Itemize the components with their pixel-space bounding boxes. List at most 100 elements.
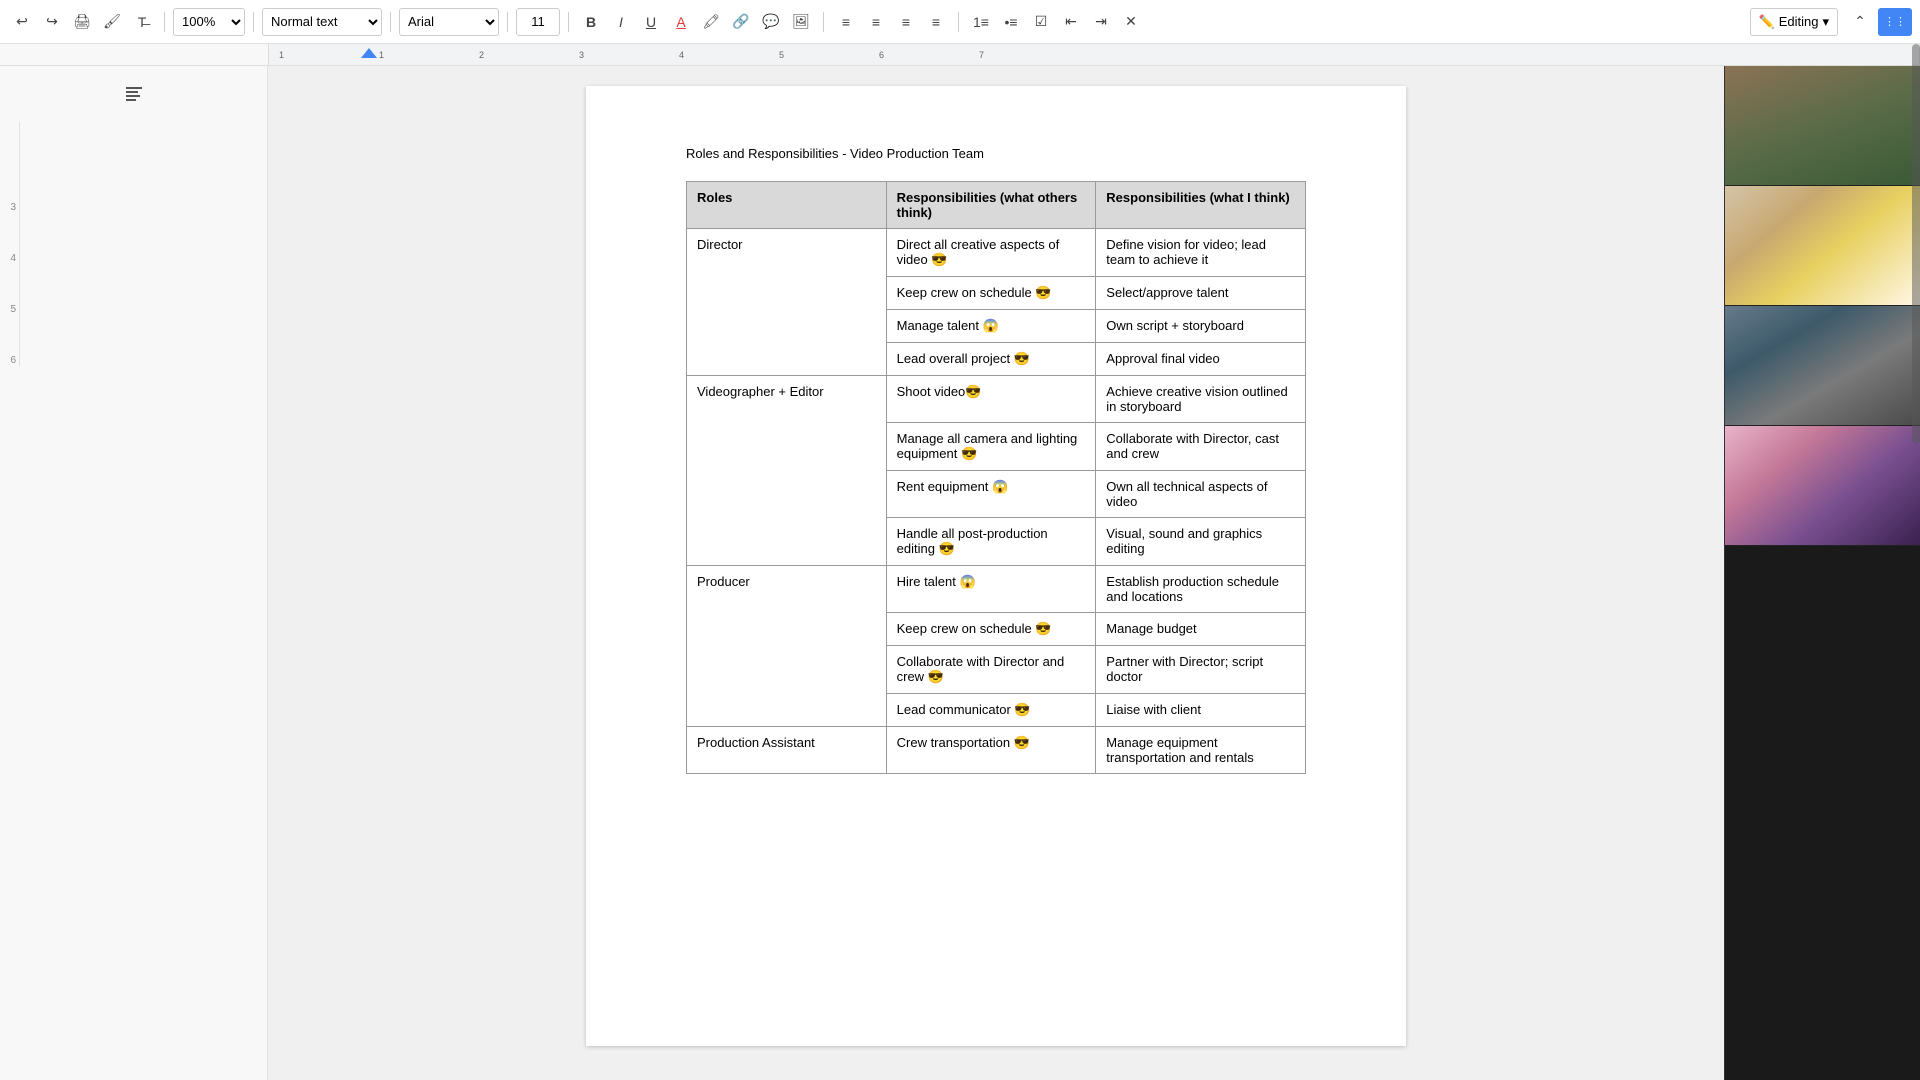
others-cell-1-2[interactable]: Rent equipment 😱 (886, 471, 1096, 518)
zoom-select[interactable]: 100% (173, 8, 245, 36)
mine-cell-2-1[interactable]: Manage budget (1096, 613, 1306, 646)
align-group: ≡ ≡ ≡ ≡ (832, 8, 950, 36)
ruler-area: 1 1 2 3 4 5 6 7 (268, 44, 1920, 65)
font-select[interactable]: Arial (399, 8, 499, 36)
svg-text:5: 5 (779, 50, 784, 60)
outline-toggle-button[interactable] (114, 74, 154, 114)
mine-cell-2-3[interactable]: Liaise with client (1096, 694, 1306, 727)
document-page: Roles and Responsibilities - Video Produ… (586, 86, 1406, 1046)
role-cell-0[interactable]: Director (687, 229, 887, 376)
video-participant-3[interactable] (1725, 306, 1920, 426)
undo-button[interactable]: ↩ (8, 8, 36, 36)
divider-4 (507, 12, 508, 32)
col-header-others: Responsibilities (what others think) (886, 182, 1096, 229)
video-participant-1[interactable] (1725, 66, 1920, 186)
others-cell-0-3[interactable]: Lead overall project 😎 (886, 343, 1096, 376)
svg-text:1: 1 (279, 50, 284, 60)
others-cell-2-2[interactable]: Collaborate with Director and crew 😎 (886, 646, 1096, 694)
others-cell-1-0[interactable]: Shoot video😎 (886, 376, 1096, 423)
mine-cell-2-0[interactable]: Establish production schedule and locati… (1096, 566, 1306, 613)
link-button[interactable]: 🔗 (727, 8, 755, 36)
others-cell-2-3[interactable]: Lead communicator 😎 (886, 694, 1096, 727)
video-participant-2[interactable] (1725, 186, 1920, 306)
mine-cell-0-1[interactable]: Select/approve talent (1096, 277, 1306, 310)
roles-table: Roles Responsibilities (what others thin… (686, 181, 1306, 774)
divider-6 (823, 12, 824, 32)
video-participant-4[interactable] (1725, 426, 1920, 546)
editing-mode-button[interactable]: ✏️ Editing ▾ (1750, 8, 1838, 36)
clear-format-button[interactable]: T̶ (128, 8, 156, 36)
divider-1 (164, 12, 165, 32)
text-style-select[interactable]: Normal text (262, 8, 382, 36)
main-layout: 3 4 5 6 Roles and Responsibilities - Vid… (0, 66, 1920, 1080)
redo-button[interactable]: ↪ (38, 8, 66, 36)
divider-5 (568, 12, 569, 32)
highlight-button[interactable]: 🖍 (697, 8, 725, 36)
document-area[interactable]: Roles and Responsibilities - Video Produ… (268, 66, 1724, 1080)
table-row: DirectorDirect all creative aspects of v… (687, 229, 1306, 277)
comment-button[interactable]: 💬 (757, 8, 785, 36)
chevron-down-icon: ▾ (1822, 14, 1829, 30)
table-row: ProducerHire talent 😱Establish productio… (687, 566, 1306, 613)
expand-button[interactable]: ⌃ (1846, 8, 1874, 36)
checklist-button[interactable]: ☑ (1027, 8, 1055, 36)
indent-decrease-button[interactable]: ⇤ (1057, 8, 1085, 36)
bulleted-list-button[interactable]: •≡ (997, 8, 1025, 36)
others-cell-2-1[interactable]: Keep crew on schedule 😎 (886, 613, 1096, 646)
others-cell-0-0[interactable]: Direct all creative aspects of video 😎 (886, 229, 1096, 277)
others-cell-3-0[interactable]: Crew transportation 😎 (886, 727, 1096, 774)
divider-2 (253, 12, 254, 32)
svg-text:2: 2 (479, 50, 484, 60)
mine-cell-2-2[interactable]: Partner with Director; script doctor (1096, 646, 1306, 694)
align-center-button[interactable]: ≡ (862, 8, 890, 36)
indent-increase-button[interactable]: ⇥ (1087, 8, 1115, 36)
align-right-button[interactable]: ≡ (892, 8, 920, 36)
numbered-list-button[interactable]: 1≡ (967, 8, 995, 36)
mine-cell-0-0[interactable]: Define vision for video; lead team to ac… (1096, 229, 1306, 277)
font-size-input[interactable] (516, 8, 560, 36)
role-cell-2[interactable]: Producer (687, 566, 887, 727)
mine-cell-0-2[interactable]: Own script + storyboard (1096, 310, 1306, 343)
text-color-button[interactable]: A (667, 8, 695, 36)
format-group: B I U A 🖍 🔗 💬 🖼 (577, 8, 815, 36)
undo-redo-group: ↩ ↪ 🖨 🖌 T̶ (8, 8, 156, 36)
document-title[interactable]: Roles and Responsibilities - Video Produ… (686, 146, 1306, 161)
others-cell-0-2[interactable]: Manage talent 😱 (886, 310, 1096, 343)
svg-text:6: 6 (879, 50, 884, 60)
toolbar: ↩ ↪ 🖨 🖌 T̶ 100% Normal text Arial B I U … (0, 0, 1920, 44)
video-panel (1724, 66, 1920, 1080)
others-cell-2-0[interactable]: Hire talent 😱 (886, 566, 1096, 613)
svg-text:3: 3 (579, 50, 584, 60)
mine-cell-1-2[interactable]: Own all technical aspects of video (1096, 471, 1306, 518)
mine-cell-0-3[interactable]: Approval final video (1096, 343, 1306, 376)
line-numbers: 3 4 5 6 (0, 122, 20, 366)
list-group: 1≡ •≡ ☑ ⇤ ⇥ ✕ (967, 8, 1145, 36)
align-left-button[interactable]: ≡ (832, 8, 860, 36)
table-row: Videographer + EditorShoot video😎Achieve… (687, 376, 1306, 423)
print-button[interactable]: 🖨 (68, 8, 96, 36)
col-header-roles: Roles (687, 182, 887, 229)
clear-formatting-button[interactable]: ✕ (1117, 8, 1145, 36)
others-cell-1-3[interactable]: Handle all post-production editing 😎 (886, 518, 1096, 566)
others-cell-1-1[interactable]: Manage all camera and lighting equipment… (886, 423, 1096, 471)
mine-cell-1-0[interactable]: Achieve creative vision outlined in stor… (1096, 376, 1306, 423)
others-cell-0-1[interactable]: Keep crew on schedule 😎 (886, 277, 1096, 310)
table-header-row: Roles Responsibilities (what others thin… (687, 182, 1306, 229)
bold-button[interactable]: B (577, 8, 605, 36)
svg-text:1: 1 (379, 50, 384, 60)
mine-cell-3-0[interactable]: Manage equipment transportation and rent… (1096, 727, 1306, 774)
table-row: Production AssistantCrew transportation … (687, 727, 1306, 774)
apps-button[interactable]: ⋮⋮ (1878, 8, 1912, 36)
role-cell-3[interactable]: Production Assistant (687, 727, 887, 774)
align-justify-button[interactable]: ≡ (922, 8, 950, 36)
mine-cell-1-1[interactable]: Collaborate with Director, cast and crew (1096, 423, 1306, 471)
svg-text:7: 7 (979, 50, 984, 60)
role-cell-1[interactable]: Videographer + Editor (687, 376, 887, 566)
image-button[interactable]: 🖼 (787, 8, 815, 36)
mine-cell-1-3[interactable]: Visual, sound and graphics editing (1096, 518, 1306, 566)
paint-format-button[interactable]: 🖌 (98, 8, 126, 36)
italic-button[interactable]: I (607, 8, 635, 36)
underline-button[interactable]: U (637, 8, 665, 36)
video-panel-scrollbar[interactable] (1912, 44, 1920, 444)
svg-text:4: 4 (679, 50, 684, 60)
